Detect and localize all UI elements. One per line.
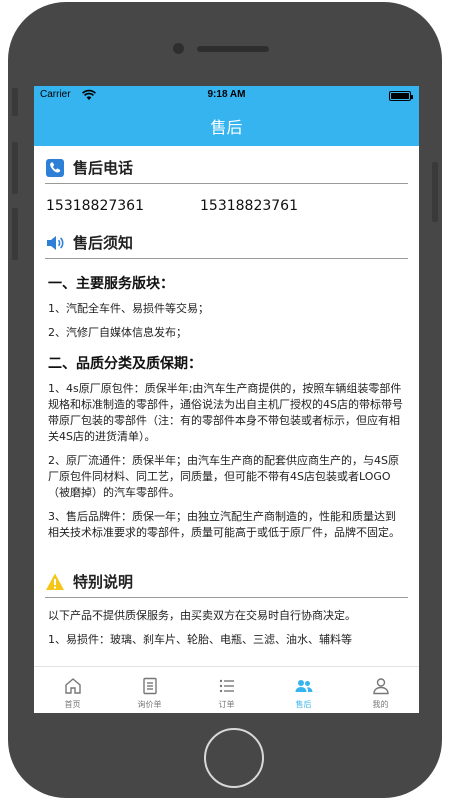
scroll-content[interactable]: 售后电话 15318827361 15318823761 售后须知 一、主要服务… [34,146,419,666]
volume-up-button [12,142,18,194]
quality-paragraph-3: 3、售后品牌件：质保一年；由独立汽配生产商制造的，性能和质量达到相关技术标准要求… [48,510,400,539]
tab-inquiry-label: 询价单 [137,700,162,709]
tab-home[interactable]: 首页 [34,667,111,713]
document-icon [142,677,157,695]
service-heading: 一、主要服务版块： [48,276,174,292]
warning-icon [46,573,64,590]
phone-icon [46,158,64,177]
notice-section-title: 售后须知 [73,234,134,252]
earpiece-speaker [197,46,269,52]
special-section-header: 特别说明 [45,566,408,598]
person-icon [372,678,389,695]
tab-orders[interactable]: 订单 [188,667,265,713]
battery-icon [389,91,413,101]
quality-paragraph-1: 1、4s原厂原包件：质保半年;由汽车生产商提供的，按照车辆组装零部件规格和标准制… [48,382,403,443]
list-icon [219,679,234,693]
quality-paragraph-2: 2、原厂流通件：质保半年；由汽车生产商的配套供应商生产的，与4S原厂原包件同材料… [48,454,399,499]
tab-aftersales-label: 售后 [295,700,312,709]
clock: 9:18 AM [207,89,246,100]
tab-bar: 首页 询价单 订单 售后 我的 [34,666,419,713]
notice-section-header: 售后须知 [45,227,408,259]
app-screen: Carrier 9:18 AM 售后 售后电话 15318827361 1531… [34,86,419,713]
volume-down-button [12,208,18,260]
special-section-title: 特别说明 [73,573,134,591]
quality-heading: 二、品质分类及质保期： [48,356,202,372]
page-title: 售后 [210,118,243,137]
power-button [432,162,438,222]
tab-mine[interactable]: 我的 [342,667,419,713]
tab-home-label: 首页 [64,700,81,709]
notice-body: 一、主要服务版块： 1、汽配全车件、易损件等交易； 2、汽修厂自媒体信息发布； … [48,273,405,541]
service-item-1: 1、汽配全车件、易损件等交易； [48,302,209,315]
phone-section-header: 售后电话 [45,152,408,184]
phone-section-title: 售后电话 [73,159,134,177]
nav-bar: 售后 [34,106,419,146]
tab-mine-label: 我的 [372,700,389,709]
phone-number-2[interactable]: 15318823761 [200,198,298,214]
home-button[interactable] [204,728,264,788]
speaker-icon [47,235,64,250]
mute-switch [12,88,18,116]
tab-orders-label: 订单 [218,700,235,709]
special-paragraph-2: 1、易损件：玻璃、刹车片、轮胎、电瓶、三滤、油水、辅料等 [48,633,352,646]
special-paragraph-1: 以下产品不提供质保服务，由买卖双方在交易时自行协商决定。 [48,609,356,622]
tab-aftersales[interactable]: 售后 [265,667,342,713]
special-body: 以下产品不提供质保服务，由买卖双方在交易时自行协商决定。 1、易损件：玻璃、刹车… [48,608,405,648]
home-icon [64,678,81,694]
phone-numbers: 15318827361 15318823761 [46,198,298,214]
people-icon [295,680,312,692]
camera-icon [173,43,184,54]
phone-number-1[interactable]: 15318827361 [46,198,144,214]
tab-inquiry[interactable]: 询价单 [111,667,188,713]
status-bar: Carrier 9:18 AM [34,86,419,106]
service-item-2: 2、汽修厂自媒体信息发布； [48,326,187,339]
